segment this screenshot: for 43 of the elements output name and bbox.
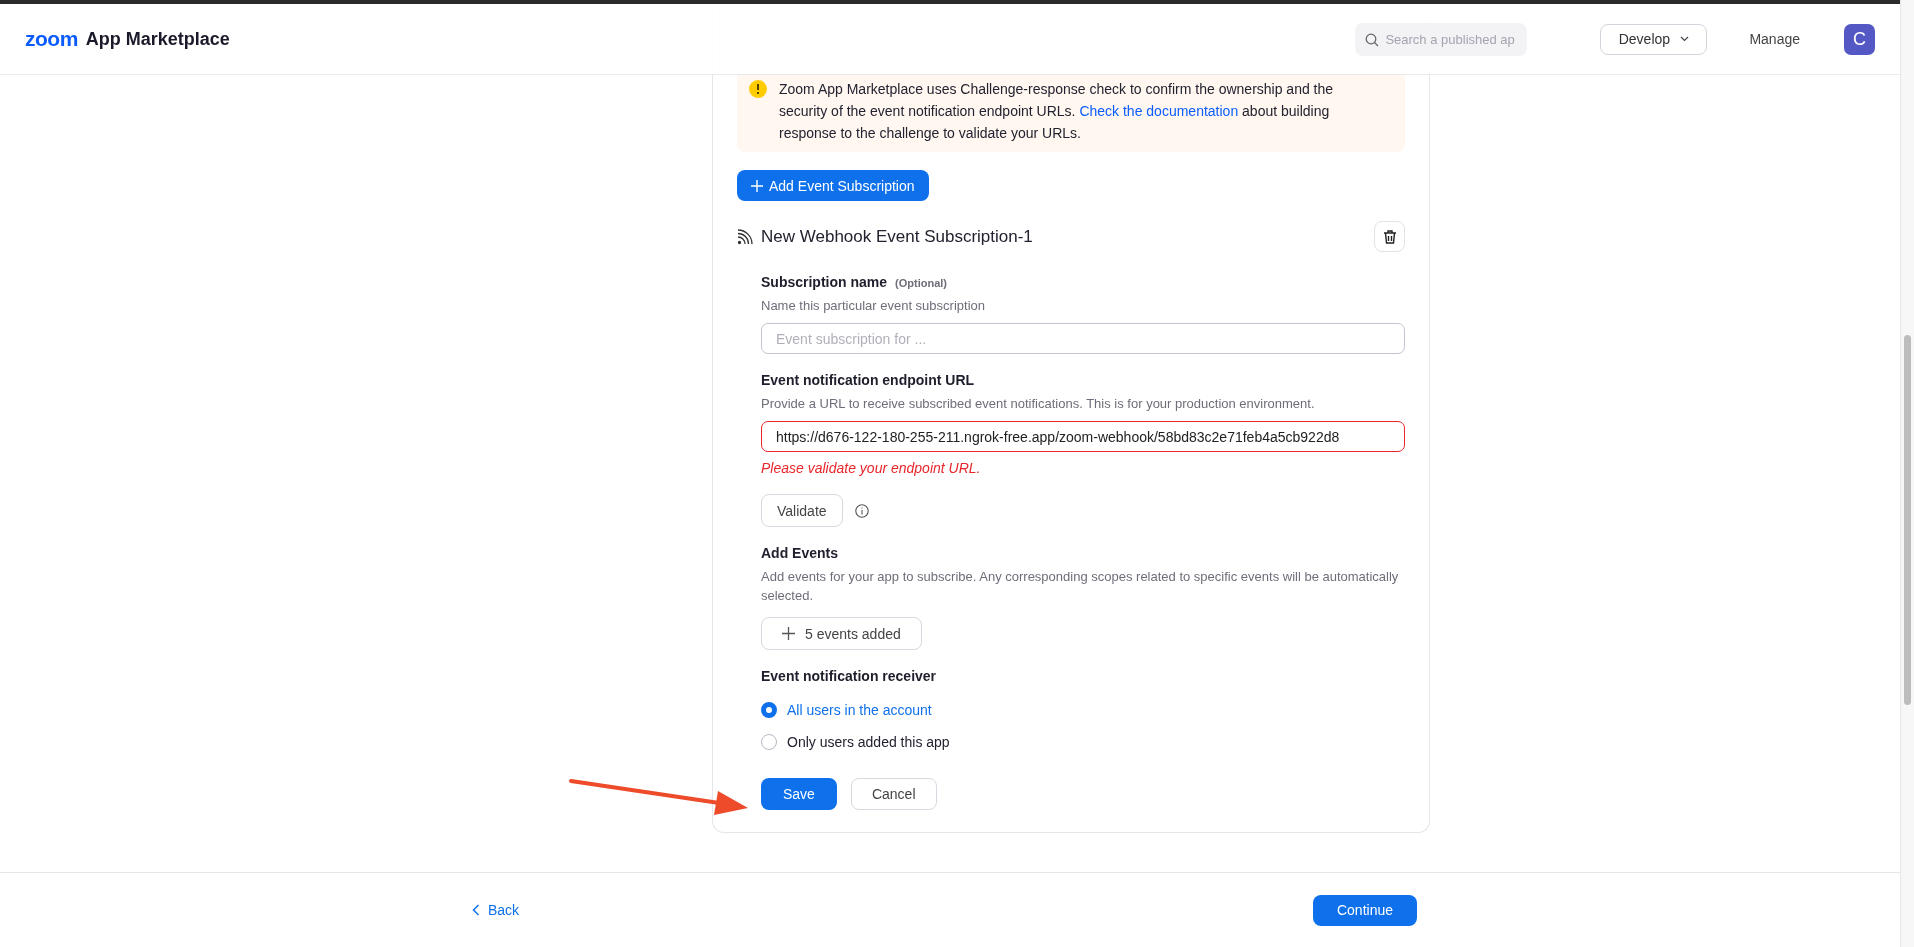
plus-icon	[751, 179, 763, 192]
cancel-button[interactable]: Cancel	[850, 778, 937, 810]
radio-button[interactable]	[761, 702, 777, 718]
radio-button[interactable]	[761, 734, 777, 750]
validate-button[interactable]: Validate	[761, 494, 843, 527]
field-hint: Add events for your app to subscribe. Any corresponding scopes related to specific events will be automatically selected.	[761, 568, 1400, 605]
field-label: Add Events	[761, 545, 838, 561]
subscription-title: New Webhook Event Subscription-1	[761, 226, 1033, 247]
notice-text: Zoom App Marketplace uses Challenge-response check to confirm the ownership and the security of the event notification endpoint URLs. Check the documentation about building response to the challenge to validate your URLs.	[779, 80, 1335, 143]
field-hint: Provide a URL to receive subscribed event notifications. This is for your production environment.	[761, 395, 1316, 413]
delete-button[interactable]	[1374, 221, 1405, 252]
develop-dropdown[interactable]: Develop	[1600, 23, 1708, 55]
optional-note: (Optional)	[895, 277, 947, 289]
add-events-button[interactable]: 5 events added	[761, 617, 922, 650]
nav-link[interactable]: Manage	[1749, 31, 1800, 47]
brand-title: App Marketplace	[85, 28, 230, 50]
user-avatar[interactable]: C	[1844, 23, 1875, 55]
add-event-subscription-button[interactable]: Add Event Subscription	[737, 170, 929, 201]
info-icon[interactable]	[854, 503, 869, 518]
scrollbar[interactable]	[1900, 0, 1914, 947]
trash-icon	[1381, 228, 1398, 245]
field-label: Event notification receiver	[761, 668, 937, 684]
field-label: Event notification endpoint URL	[761, 372, 975, 388]
caret-icon	[1680, 36, 1690, 42]
radio-label: Only users added this app	[787, 734, 950, 750]
warning-icon	[749, 80, 767, 98]
field-hint: Name this particular event subscription	[761, 297, 986, 315]
url-field[interactable]: https://d676-122-180-255-211.ngrok-free.app/zoom-webhook/58bd83c2e71feb4a5cb922d8	[761, 421, 1405, 452]
save-button[interactable]: Save	[761, 778, 837, 810]
search-icon	[1365, 32, 1380, 47]
scroll-thumb[interactable]	[1904, 335, 1911, 705]
radio-label: All users in the account	[787, 702, 932, 718]
feed-icon	[737, 228, 753, 245]
field-label: Subscription name	[761, 274, 888, 290]
search-field[interactable]: Search a published ap	[1355, 22, 1528, 56]
plus-icon	[782, 627, 795, 640]
continue-button[interactable]: Continue	[1312, 894, 1417, 926]
back-link[interactable]: Back	[472, 902, 520, 918]
error-message: Please validate your endpoint URL.	[761, 460, 982, 476]
chevron-left-icon	[472, 904, 480, 916]
documentation-link[interactable]: Check the documentation	[1079, 103, 1239, 119]
text-field[interactable]: Event subscription for ...	[761, 323, 1405, 354]
logo[interactable]: zoom	[25, 27, 78, 51]
